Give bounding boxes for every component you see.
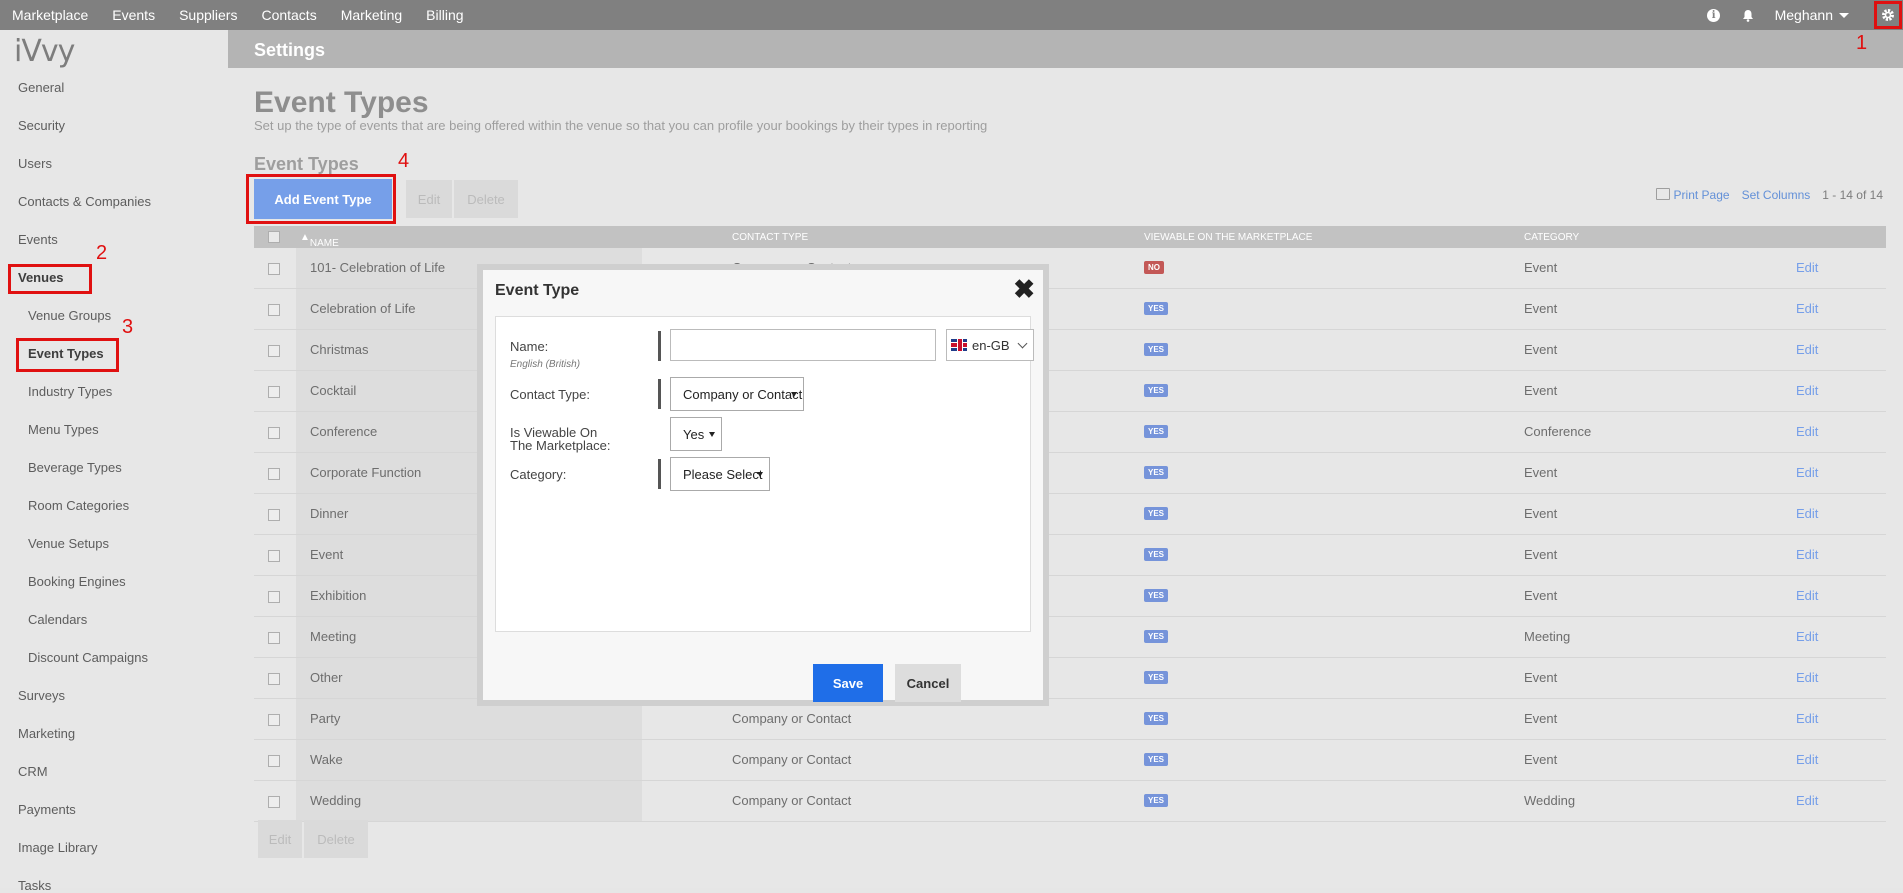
event-type-dialog: Event Type ✖ Name: English (British) en-… [477, 264, 1049, 706]
language-value: en-GB [972, 337, 1010, 353]
required-bar [658, 331, 661, 361]
name-language-sub: English (British) [510, 359, 581, 370]
uk-flag-icon [951, 339, 967, 351]
name-label: Name: [510, 339, 549, 354]
contact-type-select[interactable]: Company or Contact [670, 377, 804, 411]
dialog-title: Event Type [495, 282, 580, 299]
annotation-box-venues [8, 264, 92, 294]
category-value: Please Select [683, 466, 763, 482]
contact-type-value: Company or Contact [683, 386, 803, 402]
annotation-box-settings [1874, 1, 1902, 29]
category-label: Category: [510, 467, 567, 482]
dropdown-arrow-icon [709, 432, 715, 437]
required-bar [658, 459, 661, 489]
viewable-label: Is Viewable On The Marketplace: [510, 425, 611, 453]
dialog-form: Name: English (British) en-GB Contact Ty… [495, 316, 1034, 632]
language-select[interactable]: en-GB [946, 329, 1034, 361]
category-select[interactable]: Please Select [670, 457, 770, 491]
annotation-number-1: 1 [1856, 32, 1868, 54]
contact-type-label: Contact Type: [510, 387, 590, 402]
annotation-box-event-types [16, 338, 119, 372]
annotation-number-4: 4 [398, 150, 410, 172]
required-bar [658, 379, 661, 409]
annotation-number-3: 3 [122, 316, 134, 338]
close-icon[interactable]: ✖ [1013, 276, 1035, 302]
save-button[interactable]: Save [813, 664, 883, 702]
dropdown-arrow-icon [757, 472, 763, 477]
viewable-value: Yes [683, 426, 705, 442]
viewable-select[interactable]: Yes [670, 417, 722, 451]
name-input[interactable] [670, 329, 936, 361]
chevron-down-icon [1017, 338, 1028, 348]
annotation-box-add-button [246, 174, 396, 224]
cancel-button[interactable]: Cancel [895, 664, 961, 702]
dropdown-arrow-icon [791, 392, 797, 397]
annotation-number-2: 2 [96, 242, 108, 264]
